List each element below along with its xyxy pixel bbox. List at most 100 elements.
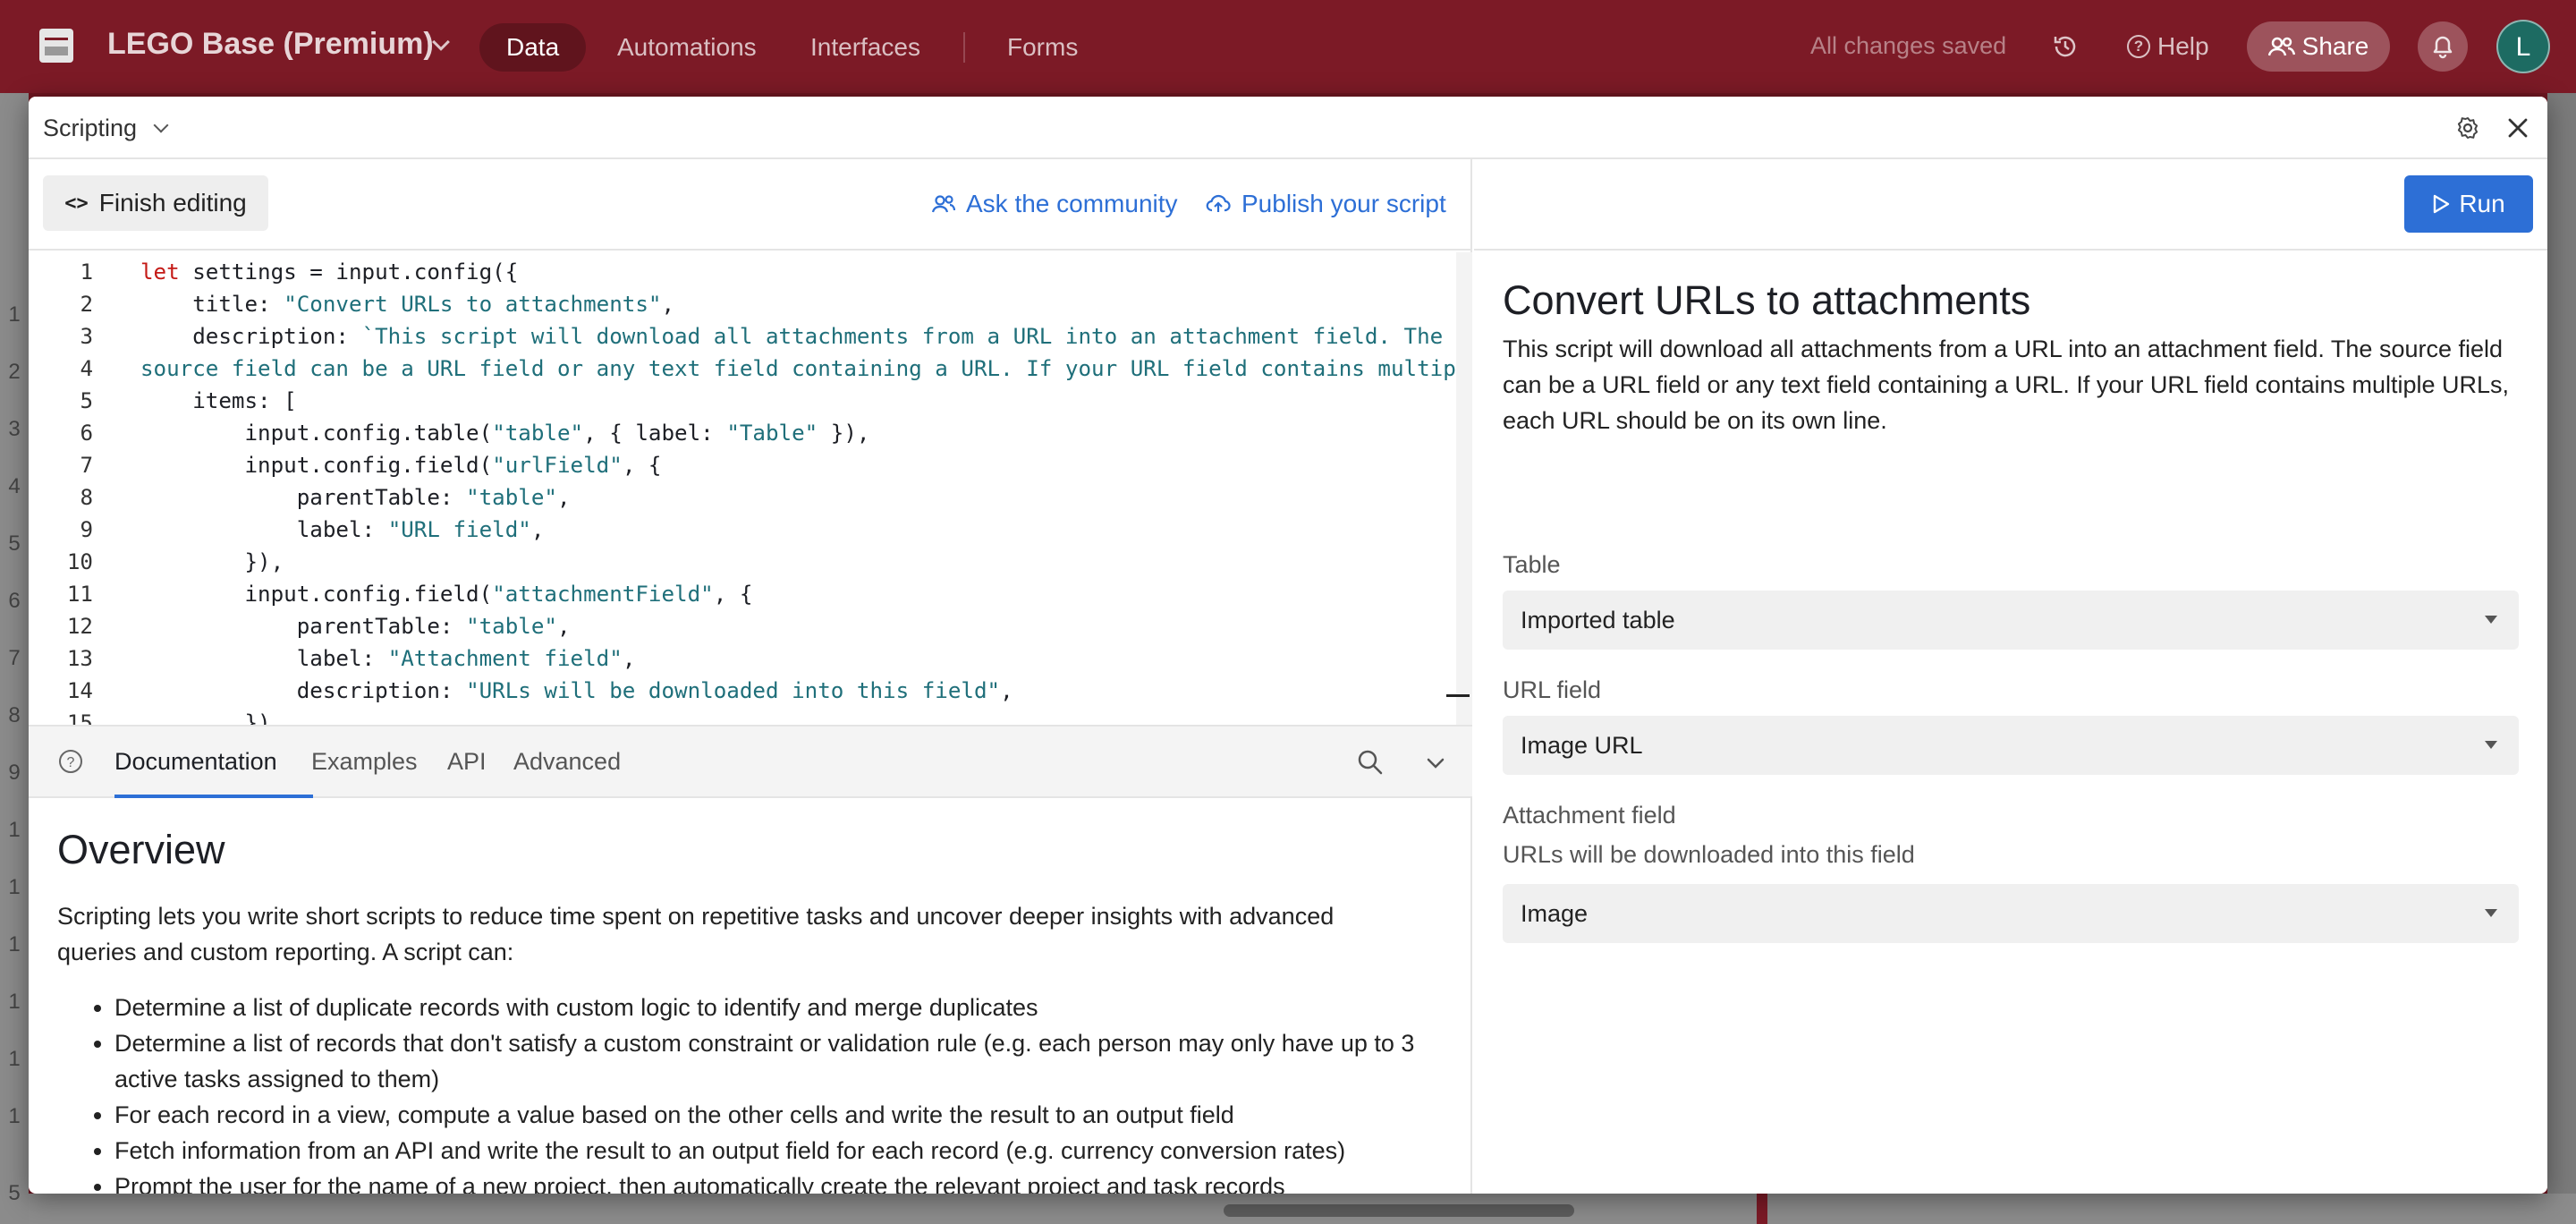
code-line[interactable]: 10 }), [29,546,1472,578]
notifications-button[interactable] [2418,21,2468,72]
code-text[interactable]: parentTable: "table", [140,481,571,514]
code-text[interactable]: let settings = input.config({ [140,256,518,288]
tab-advanced[interactable]: Advanced [513,748,621,776]
list-item: Fetch information from an API and write … [114,1133,1438,1169]
table-field-label: Table [1503,551,1561,578]
code-icon: <> [64,191,89,215]
doc-list: Determine a list of duplicate records wi… [114,990,1438,1194]
code-scrollbar[interactable] [1456,252,1472,725]
row-number: 1 [8,1104,21,1128]
scripting-modal: Scripting <> Finish editing Ask the comm… [29,97,2547,1194]
code-line[interactable]: 15 }), [29,707,1472,725]
code-line[interactable]: 9 label: "URL field", [29,514,1472,546]
modal-header: Scripting [29,97,2547,159]
background-column-marker [1757,1194,1767,1224]
publish-script-label: Publish your script [1241,190,1446,217]
list-item: For each record in a view, compute a val… [114,1097,1438,1133]
attachment-field-description: URLs will be downloaded into this field [1503,841,1915,868]
code-line[interactable]: 4 source field can be a URL field or any … [29,353,1472,385]
row-number: 9 [8,761,21,785]
chevron-down-icon[interactable] [1422,750,1449,777]
share-people-icon [2267,37,2295,56]
help-button[interactable]: ? Help [2127,27,2209,66]
chevron-down-icon[interactable] [153,117,169,133]
avatar[interactable]: L [2496,20,2550,73]
nav-forms[interactable]: Forms [980,23,1105,72]
row-number: 1 [8,990,21,1014]
code-text[interactable]: }), [140,546,284,578]
publish-script-link[interactable]: Publish your script [1206,190,1446,218]
doc-heading: Overview [57,827,225,872]
code-line[interactable]: 7 input.config.field("urlField", { [29,449,1472,481]
nav-interfaces[interactable]: Interfaces [784,23,947,72]
row-number: 5 [8,1181,21,1205]
gear-icon[interactable] [2454,115,2481,141]
chevron-down-icon[interactable] [432,33,450,51]
code-text[interactable]: description: `This script will download … [140,320,1443,353]
code-text[interactable]: input.config.table("table", { label: "Ta… [140,417,869,449]
code-line[interactable]: 8 parentTable: "table", [29,481,1472,514]
code-text[interactable]: label: "URL field", [140,514,545,546]
code-text[interactable]: items: [ [140,385,297,417]
attachment-field-label: Attachment field [1503,802,1676,829]
tab-documentation[interactable]: Documentation [114,748,277,776]
bell-icon [2433,36,2453,59]
code-text[interactable]: parentTable: "table", [140,610,571,642]
code-line[interactable]: 2 title: "Convert URLs to attachments", [29,288,1472,320]
finish-editing-button[interactable]: <> Finish editing [43,175,268,231]
search-icon[interactable] [1356,748,1385,777]
run-button[interactable]: Run [2404,175,2533,233]
line-number: 7 [80,453,93,478]
table-select[interactable]: Imported table [1503,591,2519,650]
help-circle-icon[interactable]: ? [57,748,84,775]
code-line[interactable]: 11 input.config.field("attachmentField",… [29,578,1472,610]
code-text[interactable]: }), [140,707,284,725]
code-line[interactable]: 13 label: "Attachment field", [29,642,1472,675]
nav-data[interactable]: Data [479,23,587,72]
code-text[interactable]: input.config.field("attachmentField", { [140,578,752,610]
line-number: 6 [80,421,93,446]
row-number: 1 [8,1047,21,1071]
background-grid-right [2547,93,2576,1224]
code-editor[interactable]: 1 let settings = input.config({2 title: "… [29,252,1472,725]
modal-title[interactable]: Scripting [43,115,137,142]
code-line[interactable]: 12 parentTable: "table", [29,610,1472,642]
line-number: 10 [66,549,93,574]
nav-automations[interactable]: Automations [590,23,784,72]
logo-icon[interactable] [39,29,73,63]
publish-icon [1206,194,1231,212]
dropdown-caret-icon [2485,616,2497,624]
code-line[interactable]: 3 description: `This script will downloa… [29,320,1472,353]
close-icon[interactable] [2503,113,2533,143]
line-number: 1 [80,259,93,285]
row-number: 6 [8,589,21,613]
run-toolbar: Run [1474,159,2547,251]
line-number: 9 [80,517,93,542]
code-text[interactable]: description: "URLs will be downloaded in… [140,675,1013,707]
row-number: 7 [8,646,21,670]
tab-examples[interactable]: Examples [311,748,418,776]
row-number: 1 [8,932,21,956]
script-title: Convert URLs to attachments [1503,277,2031,323]
tab-api[interactable]: API [447,748,487,776]
share-button[interactable]: Share [2247,21,2390,72]
code-text[interactable]: label: "Attachment field", [140,642,636,675]
list-item: Determine a list of records that don't s… [114,1025,1438,1097]
dropdown-caret-icon [2485,909,2497,917]
code-line[interactable]: 5 items: [ [29,385,1472,417]
url-field-select[interactable]: Image URL [1503,716,2519,775]
history-icon[interactable] [2051,32,2080,61]
base-name[interactable]: LEGO Base (Premium) [107,27,434,62]
run-panel: Run Convert URLs to attachments This scr… [1474,159,2547,1194]
horizontal-scrollbar[interactable] [1224,1204,1574,1217]
background-grid-bottom [29,1194,2576,1224]
code-line[interactable]: 14 description: "URLs will be downloaded… [29,675,1472,707]
code-line[interactable]: 6 input.config.table("table", { label: "… [29,417,1472,449]
code-text[interactable]: source field can be a URL field or any t… [140,353,1472,385]
attachment-field-select[interactable]: Image [1503,884,2519,943]
community-icon [932,195,955,213]
code-line[interactable]: 1 let settings = input.config({ [29,256,1472,288]
ask-community-link[interactable]: Ask the community [932,190,1178,218]
code-text[interactable]: input.config.field("urlField", { [140,449,661,481]
code-text[interactable]: title: "Convert URLs to attachments", [140,288,674,320]
